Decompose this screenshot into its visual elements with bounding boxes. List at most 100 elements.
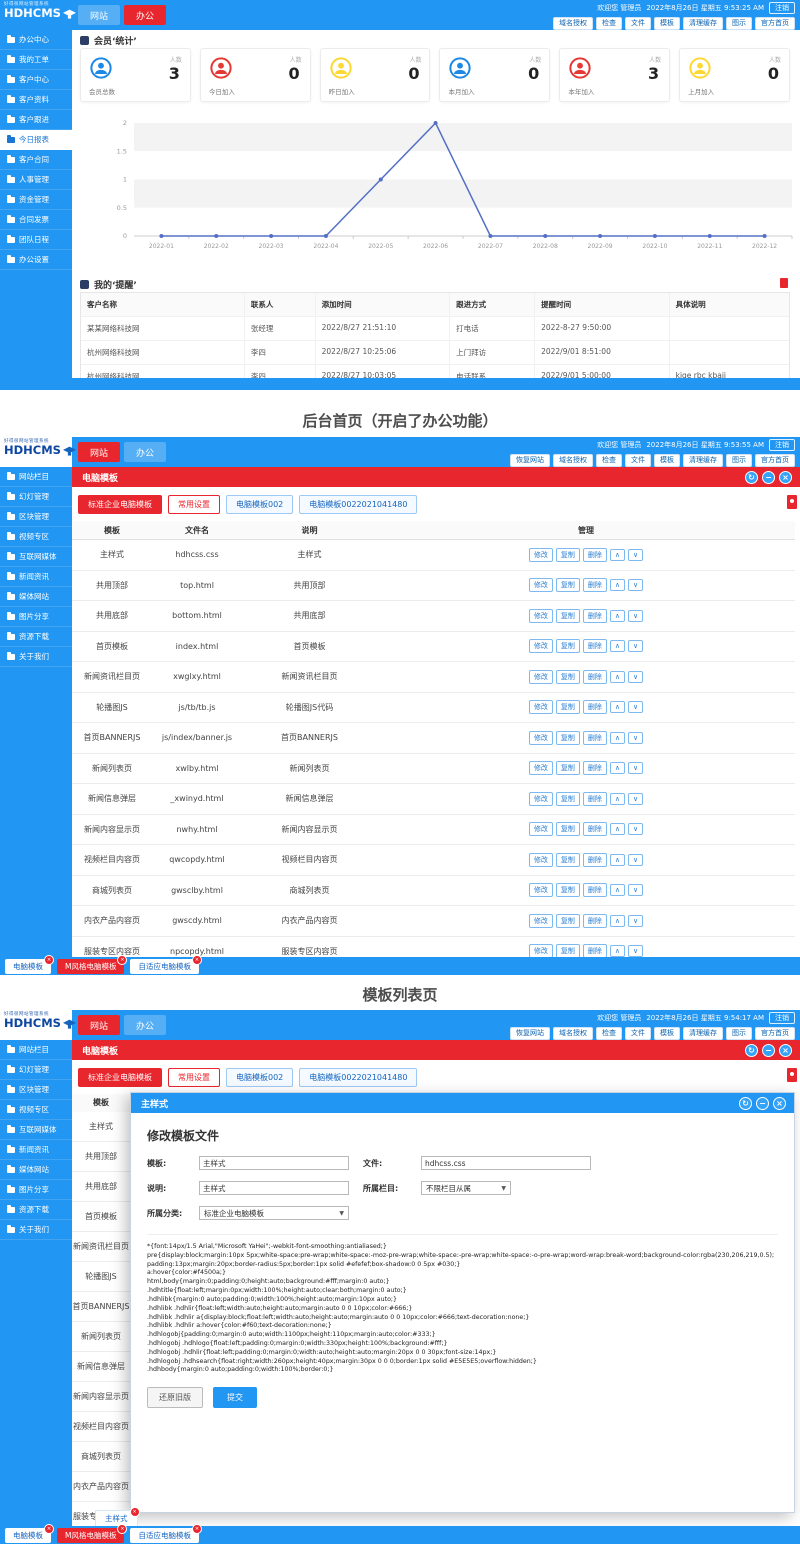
close-tab-icon[interactable]: × bbox=[44, 955, 54, 965]
sidebar-item[interactable]: 互联网媒体 bbox=[0, 547, 72, 567]
quick-button[interactable]: 恢复网站 bbox=[510, 1027, 550, 1040]
close-icon[interactable]: × bbox=[779, 1044, 792, 1057]
quick-button[interactable]: 官方首页 bbox=[755, 1027, 795, 1040]
row-action-button[interactable]: ∧ bbox=[610, 854, 625, 866]
quick-button[interactable]: 域名授权 bbox=[553, 17, 593, 30]
sidebar-item[interactable]: 视频专区 bbox=[0, 1100, 72, 1120]
description-input[interactable] bbox=[199, 1181, 349, 1195]
template-set-tab[interactable]: 标准企业电脑模板 bbox=[78, 495, 162, 514]
sidebar-item[interactable]: 客户资料 bbox=[0, 90, 72, 110]
row-action-button[interactable]: 修改 bbox=[529, 914, 553, 928]
sidebar-item[interactable]: 关于我们 bbox=[0, 1220, 72, 1240]
row-action-button[interactable]: ∨ bbox=[628, 640, 643, 652]
row-action-button[interactable]: 修改 bbox=[529, 609, 553, 623]
row-action-button[interactable]: ∨ bbox=[628, 762, 643, 774]
tab-website[interactable]: 网站 bbox=[78, 5, 120, 25]
row-action-button[interactable]: ∨ bbox=[628, 945, 643, 957]
logout-button[interactable]: 注销 bbox=[769, 1012, 795, 1024]
quick-button[interactable]: 清理缓存 bbox=[683, 1027, 723, 1040]
row-action-button[interactable]: ∧ bbox=[610, 823, 625, 835]
template-set-tab[interactable]: 电脑模板0022021041480 bbox=[299, 1068, 417, 1087]
row-action-button[interactable]: 复制 bbox=[556, 609, 580, 623]
row-action-button[interactable]: ∨ bbox=[628, 823, 643, 835]
sidebar-item[interactable]: 客户跟进 bbox=[0, 110, 72, 130]
sidebar-item[interactable]: 我的工单 bbox=[0, 50, 72, 70]
row-action-button[interactable]: 复制 bbox=[556, 731, 580, 745]
quick-button[interactable]: 官方首页 bbox=[755, 17, 795, 30]
template-set-tab[interactable]: 电脑模板0022021041480 bbox=[299, 495, 417, 514]
sidebar-item[interactable]: 媒体网站 bbox=[0, 1160, 72, 1180]
row-action-button[interactable]: ∨ bbox=[628, 884, 643, 896]
quick-button[interactable]: 模板 bbox=[654, 454, 680, 467]
refresh-icon[interactable]: ↻ bbox=[739, 1097, 752, 1110]
row-action-button[interactable]: ∧ bbox=[610, 793, 625, 805]
sidebar-item[interactable]: 新闻资讯 bbox=[0, 567, 72, 587]
template-set-tab[interactable]: 常用设置 bbox=[168, 495, 220, 514]
row-action-button[interactable]: ∨ bbox=[628, 579, 643, 591]
row-action-button[interactable]: ∧ bbox=[610, 610, 625, 622]
row-action-button[interactable]: ∧ bbox=[610, 671, 625, 683]
row-action-button[interactable]: 复制 bbox=[556, 853, 580, 867]
row-action-button[interactable]: ∧ bbox=[610, 915, 625, 927]
row-action-button[interactable]: 删除 bbox=[583, 914, 607, 928]
sidebar-item[interactable]: 客户中心 bbox=[0, 70, 72, 90]
open-window-tab[interactable]: M风格电脑模板 × bbox=[57, 959, 124, 974]
row-action-button[interactable]: ∧ bbox=[610, 732, 625, 744]
row-action-button[interactable]: 删除 bbox=[583, 639, 607, 653]
category-select[interactable]: 标准企业电脑模板▼ bbox=[199, 1206, 349, 1220]
sidebar-item[interactable]: 区块管理 bbox=[0, 1080, 72, 1100]
sidebar-item[interactable]: 媒体网站 bbox=[0, 587, 72, 607]
minimize-icon[interactable]: − bbox=[762, 1044, 775, 1057]
row-action-button[interactable]: ∧ bbox=[610, 701, 625, 713]
row-action-button[interactable]: 修改 bbox=[529, 639, 553, 653]
sidebar-item[interactable]: 图片分享 bbox=[0, 1180, 72, 1200]
row-action-button[interactable]: 删除 bbox=[583, 548, 607, 562]
open-file-tab[interactable]: 主样式 × bbox=[95, 1510, 138, 1526]
open-window-tab[interactable]: M风格电脑模板 × bbox=[57, 1528, 124, 1543]
row-action-button[interactable]: 删除 bbox=[583, 670, 607, 684]
template-name[interactable]: 首页模板 bbox=[72, 1202, 130, 1232]
template-name[interactable]: 新闻信息弹层 bbox=[72, 1352, 130, 1382]
quick-button[interactable]: 官方首页 bbox=[755, 454, 795, 467]
quick-button[interactable]: 域名授权 bbox=[553, 454, 593, 467]
quick-button[interactable]: 清理缓存 bbox=[683, 454, 723, 467]
submit-button[interactable]: 提交 bbox=[213, 1387, 257, 1408]
row-action-button[interactable]: 修改 bbox=[529, 578, 553, 592]
template-set-tab[interactable]: 标准企业电脑模板 bbox=[78, 1068, 162, 1087]
template-name[interactable]: 共用顶部 bbox=[72, 1142, 130, 1172]
sidebar-item[interactable]: 资金管理 bbox=[0, 190, 72, 210]
sidebar-item[interactable]: 图片分享 bbox=[0, 607, 72, 627]
sidebar-item[interactable]: 幻灯管理 bbox=[0, 1060, 72, 1080]
sidebar-item[interactable]: 合同发票 bbox=[0, 210, 72, 230]
close-tab-icon[interactable]: × bbox=[117, 955, 127, 965]
tab-office[interactable]: 办公 bbox=[124, 442, 166, 462]
row-action-button[interactable]: ∨ bbox=[628, 732, 643, 744]
refresh-icon[interactable]: ↻ bbox=[745, 471, 758, 484]
template-code-editor[interactable]: *{font:14px/1.5 Arial,"Microsoft YaHei";… bbox=[147, 1234, 778, 1375]
sidebar-item[interactable]: 关于我们 bbox=[0, 647, 72, 667]
row-action-button[interactable]: ∧ bbox=[610, 884, 625, 896]
sidebar-item[interactable]: 视频专区 bbox=[0, 527, 72, 547]
row-action-button[interactable]: ∧ bbox=[610, 640, 625, 652]
row-action-button[interactable]: 修改 bbox=[529, 853, 553, 867]
sidebar-item[interactable]: 团队日程 bbox=[0, 230, 72, 250]
sidebar-item[interactable]: 互联网媒体 bbox=[0, 1120, 72, 1140]
column-select[interactable]: 不限栏目从属▼ bbox=[421, 1181, 511, 1195]
tab-website[interactable]: 网站 bbox=[78, 1015, 120, 1035]
logout-button[interactable]: 注销 bbox=[769, 439, 795, 451]
sidebar-item[interactable]: 客户合同 bbox=[0, 150, 72, 170]
template-set-tab[interactable]: 电脑模板002 bbox=[226, 495, 293, 514]
bookmark-icon[interactable] bbox=[787, 495, 797, 509]
row-action-button[interactable]: 复制 bbox=[556, 670, 580, 684]
quick-button[interactable]: 模板 bbox=[654, 17, 680, 30]
quick-button[interactable]: 恢复网站 bbox=[510, 454, 550, 467]
row-action-button[interactable]: 修改 bbox=[529, 822, 553, 836]
template-name-input[interactable] bbox=[199, 1156, 349, 1170]
row-action-button[interactable]: 修改 bbox=[529, 548, 553, 562]
minimize-icon[interactable]: − bbox=[756, 1097, 769, 1110]
row-action-button[interactable]: 复制 bbox=[556, 761, 580, 775]
row-action-button[interactable]: ∧ bbox=[610, 762, 625, 774]
template-name[interactable]: 内衣产品内容页 bbox=[72, 1472, 130, 1502]
row-action-button[interactable]: 删除 bbox=[583, 700, 607, 714]
sidebar-item[interactable]: 今日报表 bbox=[0, 130, 72, 150]
